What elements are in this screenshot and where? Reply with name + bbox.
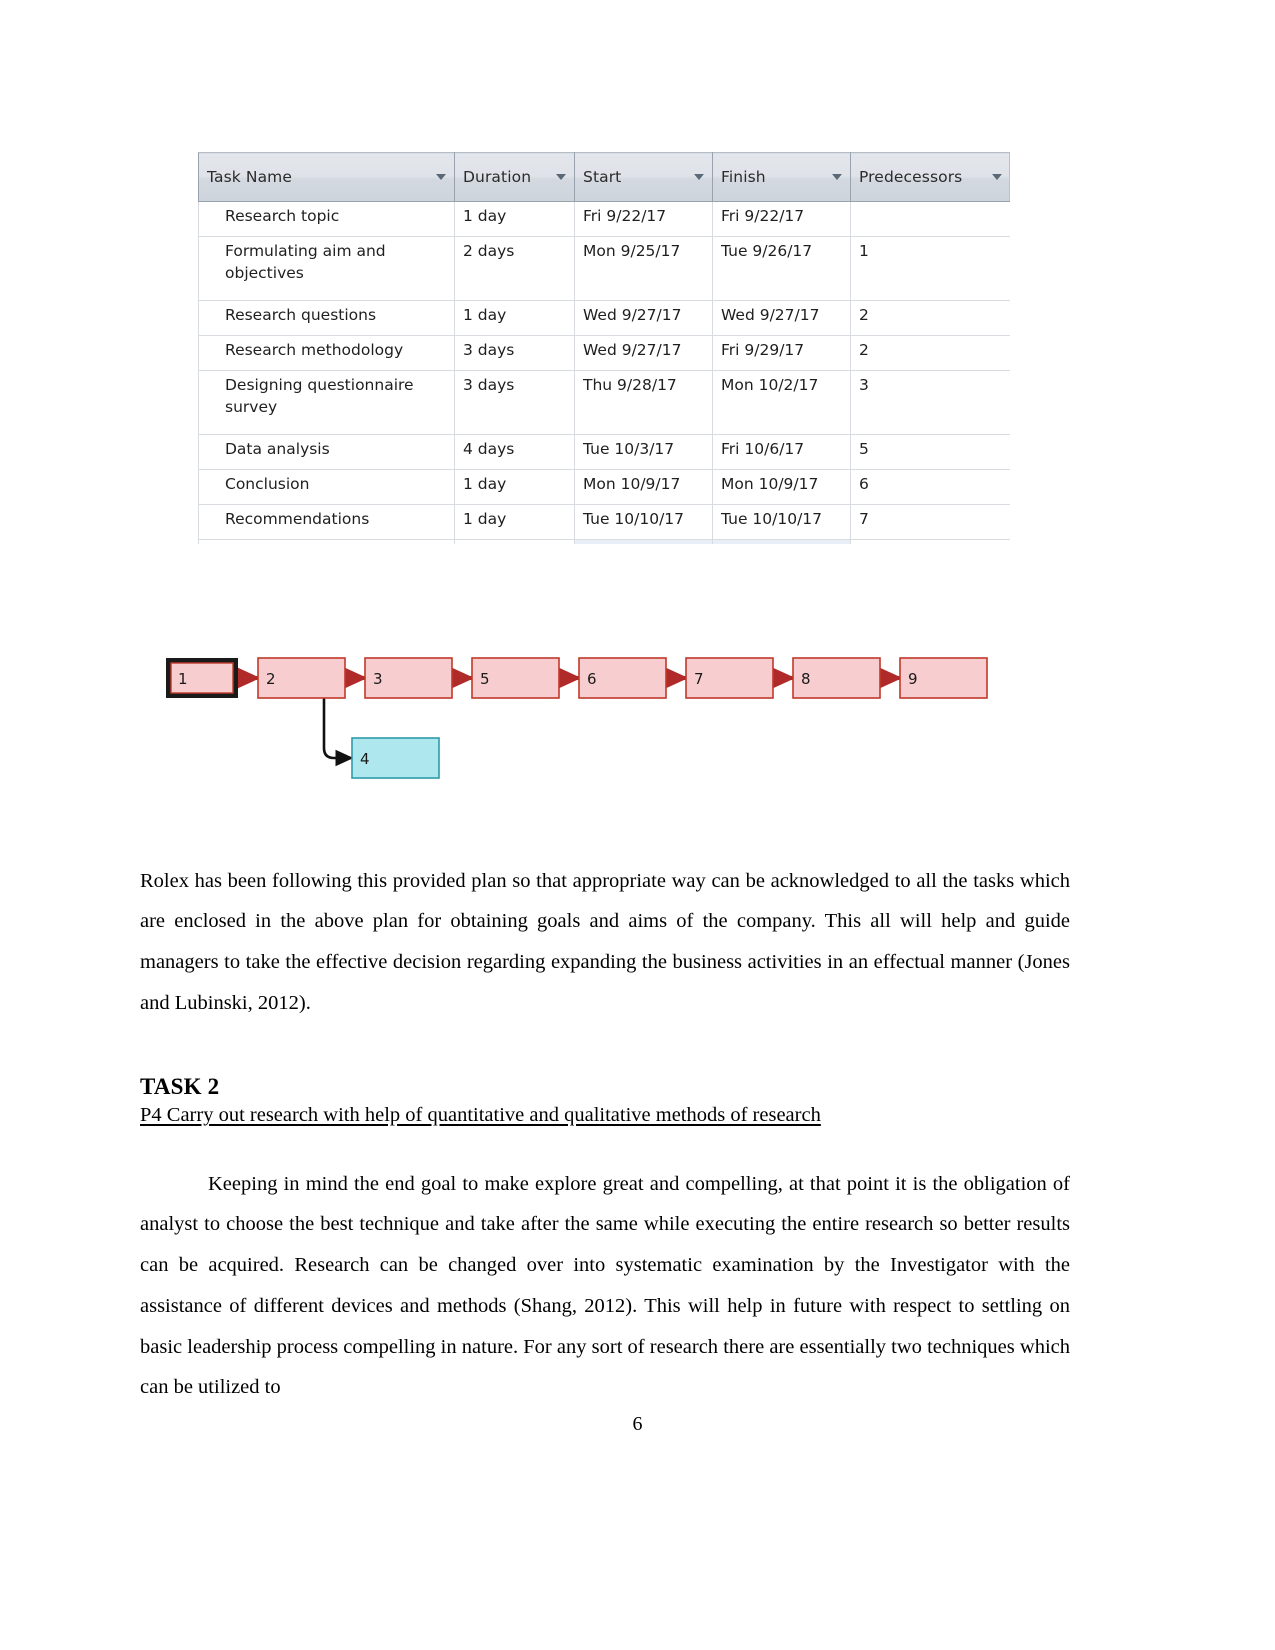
filter-caret-icon[interactable] (991, 174, 1002, 180)
table-row[interactable]: Recommendations 1 day Tue 10/10/17 Tue 1… (198, 504, 1010, 540)
cell-start: Wed 10/11/17 (574, 539, 713, 544)
network-diagram-image: 1 2 3 5 6 7 8 9 4 (160, 640, 1000, 790)
cell-predecessors: 5 (850, 434, 1010, 470)
cell-task-name: Research methodology (198, 335, 455, 371)
network-node-label: 4 (360, 750, 370, 768)
cell-predecessors: 2 (850, 300, 1010, 336)
network-node-label: 1 (178, 670, 188, 688)
column-header-label: Duration (463, 168, 532, 186)
cell-predecessors: 2 (850, 335, 1010, 371)
cell-task-name: Final submission (198, 539, 455, 544)
cell-predecessors (850, 201, 1010, 237)
column-header-finish[interactable]: Finish (712, 152, 851, 202)
cell-duration: 2 days (454, 236, 575, 301)
table-row[interactable]: Research methodology 3 days Wed 9/27/17 … (198, 335, 1010, 371)
network-node-label: 9 (908, 670, 918, 688)
column-header-label: Task Name (207, 168, 293, 186)
column-header-duration[interactable]: Duration (454, 152, 575, 202)
page-title: TASK 2 (140, 1074, 220, 1100)
cell-predecessors: 1 (850, 236, 1010, 301)
cell-duration: 1 day (454, 201, 575, 237)
cell-start: Mon 10/9/17 (574, 469, 713, 505)
network-node-label: 8 (801, 670, 811, 688)
cell-predecessors: 6 (850, 469, 1010, 505)
column-header-task-name[interactable]: Task Name (198, 152, 455, 202)
table-row[interactable]: Designing questionnaire survey 3 days Th… (198, 370, 1010, 435)
network-node-label: 3 (373, 670, 383, 688)
subheading-p4: P4 Carry out research with help of quant… (140, 1104, 821, 1126)
cell-duration: 3 days (454, 370, 575, 435)
column-header-label: Finish (721, 168, 766, 186)
cell-start: Tue 10/3/17 (574, 434, 713, 470)
cell-task-name: Research topic (198, 201, 455, 237)
cell-finish: Fri 9/22/17 (712, 201, 851, 237)
network-node-label: 7 (694, 670, 704, 688)
cell-predecessors: 3 (850, 370, 1010, 435)
cell-task-name: Formulating aim and objectives (198, 236, 455, 301)
network-node-4[interactable]: 4 (351, 737, 440, 779)
network-node-8[interactable]: 8 (792, 657, 881, 699)
cell-start: Tue 10/10/17 (574, 504, 713, 540)
filter-caret-icon[interactable] (436, 174, 446, 180)
paragraph-rolex-plan: Rolex has been following this provided p… (140, 869, 1070, 1014)
cell-task-name: Recommendations (198, 504, 455, 540)
column-header-label: Start (583, 168, 622, 186)
table-row[interactable]: Final submission 1 day Wed 10/11/17 Wed … (198, 539, 1010, 544)
cell-predecessors: 8 (850, 539, 1010, 544)
paragraph-research-methods: Keeping in mind the end goal to make exp… (140, 1164, 1070, 1409)
network-node-label: 6 (587, 670, 597, 688)
network-node-5[interactable]: 5 (471, 657, 560, 699)
network-node-2[interactable]: 2 (257, 657, 346, 699)
cell-finish: Wed 10/11/17 (712, 539, 851, 544)
cell-start: Thu 9/28/17 (574, 370, 713, 435)
cell-duration: 1 day (454, 469, 575, 505)
cell-finish: Fri 9/29/17 (712, 335, 851, 371)
cell-task-name: Conclusion (198, 469, 455, 505)
network-node-label: 2 (266, 670, 276, 688)
project-task-table: Task Name Duration Start Finish Predeces… (198, 152, 1010, 544)
table-row[interactable]: Research questions 1 day Wed 9/27/17 Wed… (198, 300, 1010, 336)
cell-predecessors: 7 (850, 504, 1010, 540)
cell-finish: Fri 10/6/17 (712, 434, 851, 470)
cell-finish: Tue 10/10/17 (712, 504, 851, 540)
column-header-start[interactable]: Start (574, 152, 713, 202)
cell-task-name: Research questions (198, 300, 455, 336)
filter-caret-icon[interactable] (832, 174, 842, 180)
network-node-3[interactable]: 3 (364, 657, 453, 699)
cell-task-name: Data analysis (198, 434, 455, 470)
network-node-9[interactable]: 9 (899, 657, 988, 699)
cell-duration: 4 days (454, 434, 575, 470)
table-row[interactable]: Research topic 1 day Fri 9/22/17 Fri 9/2… (198, 201, 1010, 237)
project-task-table-image: Task Name Duration Start Finish Predeces… (198, 152, 1010, 544)
cell-finish: Mon 10/9/17 (712, 469, 851, 505)
network-diagram-svg: 1 2 3 5 6 7 8 9 4 (166, 657, 988, 779)
page-number: 6 (632, 1413, 643, 1435)
document-page: Task Name Duration Start Finish Predeces… (0, 0, 1275, 1650)
network-node-6[interactable]: 6 (578, 657, 667, 699)
network-node-1[interactable]: 1 (166, 658, 238, 698)
cell-start: Wed 9/27/17 (574, 300, 713, 336)
cell-start: Wed 9/27/17 (574, 335, 713, 371)
cell-duration: 3 days (454, 335, 575, 371)
column-header-label: Predecessors (859, 168, 963, 186)
cell-duration: 1 day (454, 504, 575, 540)
cell-finish: Wed 9/27/17 (712, 300, 851, 336)
network-node-label: 5 (480, 670, 490, 688)
column-header-predecessors[interactable]: Predecessors (850, 152, 1010, 202)
table-header-row: Task Name Duration Start Finish Predeces… (198, 152, 1010, 202)
paragraph-text: Keeping in mind the end goal to make exp… (140, 1172, 1070, 1399)
cell-finish: Tue 9/26/17 (712, 236, 851, 301)
table-row[interactable]: Formulating aim and objectives 2 days Mo… (198, 236, 1010, 301)
cell-start: Fri 9/22/17 (574, 201, 713, 237)
table-row[interactable]: Data analysis 4 days Tue 10/3/17 Fri 10/… (198, 434, 1010, 470)
cell-finish: Mon 10/2/17 (712, 370, 851, 435)
cell-start: Mon 9/25/17 (574, 236, 713, 301)
network-node-7[interactable]: 7 (685, 657, 774, 699)
filter-caret-icon[interactable] (556, 174, 566, 180)
cell-duration: 1 day (454, 300, 575, 336)
cell-duration: 1 day (454, 539, 575, 544)
cell-task-name: Designing questionnaire survey (198, 370, 455, 435)
filter-caret-icon[interactable] (694, 174, 704, 180)
table-row[interactable]: Conclusion 1 day Mon 10/9/17 Mon 10/9/17… (198, 469, 1010, 505)
